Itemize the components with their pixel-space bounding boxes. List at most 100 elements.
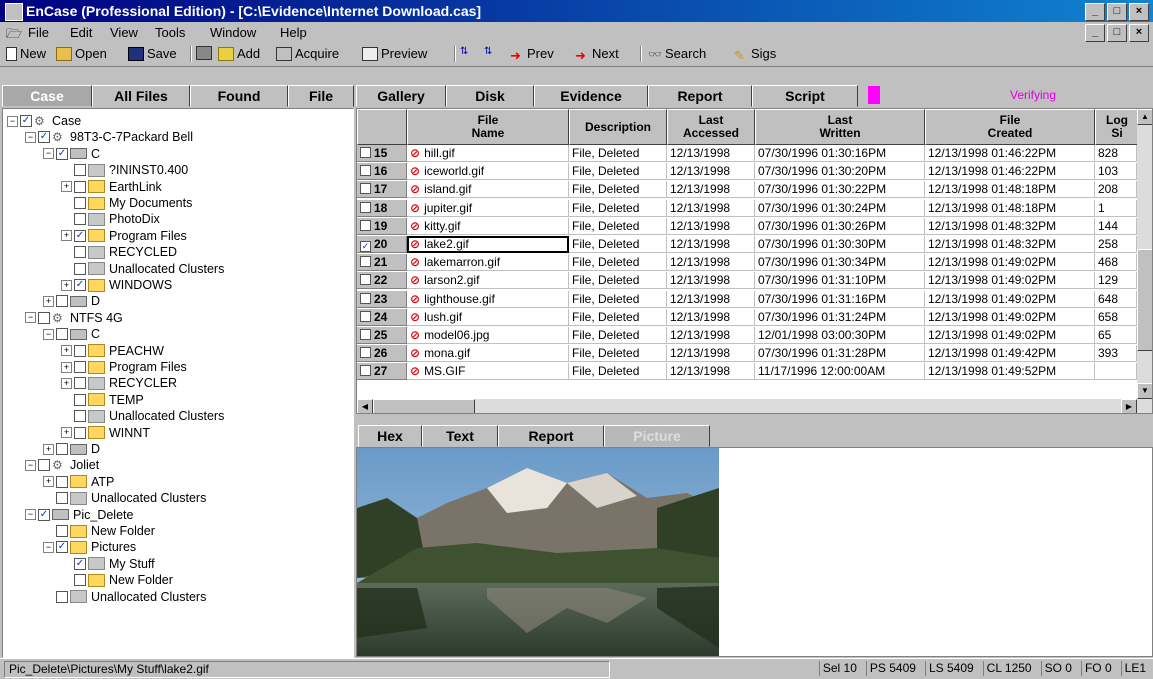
hscroll-thumb[interactable] [373,399,475,413]
tree-checkbox[interactable]: ✓ [74,557,86,570]
tree-checkbox[interactable] [56,475,68,488]
tree-node[interactable]: Unallocated Clusters [61,261,224,277]
tree-expand-toggle[interactable]: + [43,443,54,455]
tab-report[interactable]: Report [648,85,752,107]
acquire-button[interactable]: Acquire [276,46,339,61]
tree-expand-toggle[interactable]: − [25,509,36,521]
tree-node[interactable]: + ✓ Program Files [61,228,187,244]
tree-expand-toggle[interactable]: + [61,427,72,439]
tree-expand-toggle[interactable]: − [7,115,18,127]
tree-node[interactable]: + Program Files [61,359,187,375]
tree-expand-toggle[interactable]: − [43,541,54,553]
save-button[interactable]: Save [128,46,177,61]
tree-checkbox[interactable] [74,213,86,226]
tree-checkbox[interactable] [56,525,68,537]
table-row[interactable]: ✓ 20 ⊘ lake2.gif File, Deleted 12/13/1998 07/3… [357,236,1137,254]
tree-expand-toggle[interactable]: + [61,361,72,373]
tree-checkbox[interactable] [74,361,86,373]
scroll-down-button[interactable]: ▼ [1137,383,1152,399]
table-row[interactable]: 21 ⊘ lakemarron.gif File, Deleted 12/13/1998… [357,254,1137,272]
prev-button[interactable]: ➜ Prev [510,46,554,63]
sort-descending-button[interactable]: ⇅ [484,46,501,58]
row-checkbox[interactable] [360,219,371,231]
tree-checkbox[interactable] [56,492,68,505]
tab-hex[interactable]: Hex [358,425,422,447]
tree-node[interactable]: + EarthLink [61,179,162,195]
tree-node[interactable]: − ✓ ⚙ 98T3-C-7Packard Bell [25,129,193,145]
tree-node[interactable]: New Folder [43,523,155,539]
add-button[interactable]: Add [218,46,260,61]
header-last-accessed[interactable]: Last Accessed [667,109,755,145]
encase-app-icon[interactable] [5,3,23,21]
row-checkbox[interactable] [360,165,371,177]
scroll-thumb[interactable] [1137,249,1152,351]
tree-checkbox[interactable]: ✓ [74,279,86,291]
tree-checkbox[interactable] [56,295,68,308]
tree-expand-toggle[interactable]: + [61,377,72,389]
tree-node[interactable]: TEMP [61,392,144,408]
tree-checkbox[interactable] [56,328,68,341]
tree-checkbox[interactable]: ✓ [38,508,50,521]
tree-node[interactable]: − ⚙ Joliet [25,457,99,473]
minimize-button[interactable]: _ [1085,3,1105,21]
tree-checkbox[interactable] [74,197,86,209]
menu-window[interactable]: Window [210,25,256,40]
tree-node[interactable]: + ✓ WINDOWS [61,277,172,293]
tab-disk[interactable]: Disk [446,85,534,107]
grid-vertical-scrollbar[interactable]: ▲ ▼ [1137,109,1152,399]
tree-checkbox[interactable] [74,393,86,406]
tree-node[interactable]: + RECYCLER [61,375,177,391]
tree-node[interactable]: − C [43,326,100,342]
tree-node[interactable]: Unallocated Clusters [61,408,224,424]
tree-expand-toggle[interactable]: + [43,476,54,488]
row-checkbox[interactable] [360,274,371,286]
table-row[interactable]: 17 ⊘ island.gif File, Deleted 12/13/1998 07/3… [357,181,1137,199]
sigs-button[interactable]: ✎ Sigs [734,46,776,63]
mdi-close-button[interactable]: × [1129,24,1149,42]
tree-node[interactable]: − ✓ Pictures [43,539,136,555]
tree-checkbox[interactable] [74,344,86,357]
tab-gallery[interactable]: Gallery [356,85,446,107]
tree-checkbox[interactable] [56,590,68,603]
tree-expand-toggle[interactable]: + [61,279,72,291]
tree-checkbox[interactable] [74,180,86,193]
tree-checkbox[interactable] [74,426,86,439]
tab-found[interactable]: Found [190,85,288,107]
tree-checkbox[interactable] [74,262,86,275]
tree-node[interactable]: Unallocated Clusters [43,589,206,605]
menu-help[interactable]: Help [280,25,307,40]
scroll-right-button[interactable]: ▶ [1121,399,1137,413]
tree-node[interactable]: + ATP [43,474,114,490]
mdi-minimize-button[interactable]: _ [1085,24,1105,42]
mdi-restore-button[interactable]: □ [1107,24,1127,42]
grid-horizontal-scrollbar[interactable]: ◀ ▶ [357,399,1152,413]
tree-node[interactable]: My Documents [61,195,192,211]
tree-checkbox[interactable] [56,443,68,455]
header-description[interactable]: Description [569,109,667,145]
menu-tools[interactable]: Tools [155,25,185,40]
tree-node[interactable]: RECYCLED [61,244,177,260]
next-button[interactable]: ➜ Next [575,46,619,63]
tree-node[interactable]: Unallocated Clusters [43,490,206,506]
row-checkbox[interactable] [360,347,371,359]
tree-node[interactable]: − ✓ Pic_Delete [25,507,133,523]
tree-expand-toggle[interactable]: + [61,345,72,357]
new-button[interactable]: New [6,46,46,61]
tree-node[interactable]: + D [43,441,100,457]
tree-checkbox[interactable]: ✓ [74,229,86,242]
header-last-written[interactable]: Last Written [755,109,925,145]
tree-node[interactable]: + WINNT [61,425,150,441]
tree-node[interactable]: ?ININST0.400 [61,162,188,178]
row-checkbox[interactable] [360,183,371,195]
tree-checkbox[interactable] [38,459,50,472]
close-button[interactable]: × [1129,3,1149,21]
tree-checkbox[interactable]: ✓ [56,541,68,554]
row-checkbox[interactable] [360,147,371,158]
tree-node[interactable]: + PEACHW [61,343,164,359]
sort-ascending-button[interactable]: ⇅ [460,46,477,58]
tree-expand-toggle[interactable]: − [43,148,54,160]
search-button[interactable]: 👓 Search [648,46,706,61]
menu-edit[interactable]: Edit [70,25,92,40]
open-button[interactable]: Open [56,46,107,61]
table-row[interactable]: 18 ⊘ jupiter.gif File, Deleted 12/13/1998 07/… [357,199,1137,218]
